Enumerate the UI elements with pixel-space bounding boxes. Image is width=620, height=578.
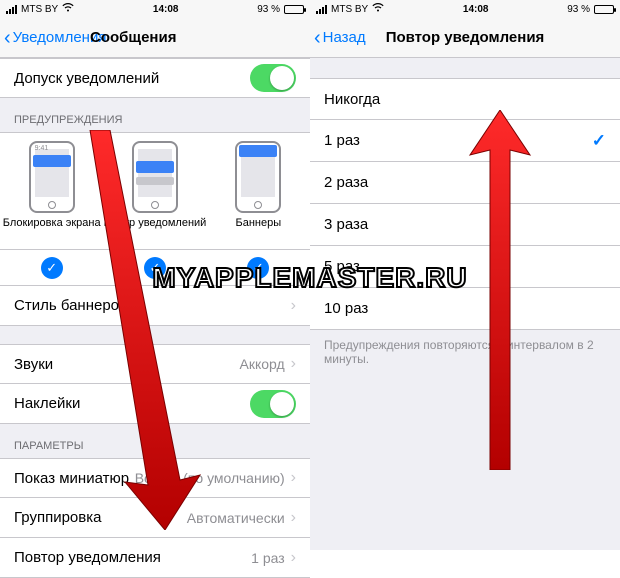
screenshot-right: MTS BY 14:08 93 % ‹ Назад Повтор уведомл… xyxy=(310,0,620,550)
back-label: Назад xyxy=(323,29,366,46)
sounds-row[interactable]: Звуки Аккорд› xyxy=(0,344,310,384)
option-2[interactable]: 2 раза xyxy=(310,162,620,204)
battery-icon xyxy=(284,5,304,14)
back-button[interactable]: ‹ Назад xyxy=(310,28,366,48)
signal-icon xyxy=(316,5,327,14)
options-header: ПАРАМЕТРЫ xyxy=(0,424,310,458)
checkmark-icon: ✓ xyxy=(592,131,606,151)
option-10[interactable]: 10 раз xyxy=(310,288,620,330)
signal-icon xyxy=(6,5,17,14)
grouping-label: Группировка xyxy=(14,509,101,526)
screenshot-left: MTS BY 14:08 93 % ‹ Уведомления Сообщени… xyxy=(0,0,310,550)
wifi-icon xyxy=(62,3,74,15)
repeat-footer: Предупреждения повторяются с интервалом … xyxy=(310,330,620,372)
check-lock[interactable]: ✓ xyxy=(41,257,63,279)
chevron-right-icon: › xyxy=(291,509,296,527)
stickers-toggle[interactable] xyxy=(250,390,296,418)
repeat-row[interactable]: Повтор уведомления 1 раз› xyxy=(0,538,310,578)
alerts-header: ПРЕДУПРЕЖДЕНИЯ xyxy=(0,98,310,132)
banner-style-row[interactable]: Стиль баннеров › xyxy=(0,286,310,326)
carrier-label: MTS BY xyxy=(21,4,58,15)
lock-screen-icon: 9:41 xyxy=(29,141,75,213)
battery-pct: 93 % xyxy=(567,4,590,15)
option-3[interactable]: 3 раза xyxy=(310,204,620,246)
clock: 14:08 xyxy=(153,4,179,15)
status-bar: MTS BY 14:08 93 % xyxy=(310,0,620,18)
check-banner[interactable]: ✓ xyxy=(247,257,269,279)
sounds-label: Звуки xyxy=(14,356,53,373)
chevron-left-icon: ‹ xyxy=(4,28,11,48)
alert-style-checks: ✓ ✓ ✓ xyxy=(0,250,310,286)
battery-icon xyxy=(594,5,614,14)
chevron-right-icon: › xyxy=(291,297,296,315)
stickers-label: Наклейки xyxy=(14,395,80,412)
clock: 14:08 xyxy=(463,4,489,15)
carrier-label: MTS BY xyxy=(331,4,368,15)
grouping-row[interactable]: Группировка Автоматически› xyxy=(0,498,310,538)
alert-style-banner[interactable]: Баннеры xyxy=(207,133,310,249)
allow-notifications-row[interactable]: Допуск уведомлений xyxy=(0,58,310,98)
back-button[interactable]: ‹ Уведомления xyxy=(0,28,106,48)
alert-style-lock[interactable]: 9:41 Блокировка экрана xyxy=(0,133,103,249)
chevron-right-icon: › xyxy=(291,549,296,567)
battery-pct: 93 % xyxy=(257,4,280,15)
option-1[interactable]: 1 раз ✓ xyxy=(310,120,620,162)
alert-style-center[interactable]: Центр уведомлений xyxy=(103,133,206,249)
stickers-row[interactable]: Наклейки xyxy=(0,384,310,424)
banner-icon xyxy=(235,141,281,213)
nav-bar: ‹ Уведомления Сообщения xyxy=(0,18,310,58)
option-never[interactable]: Никогда xyxy=(310,78,620,120)
wifi-icon xyxy=(372,3,384,15)
allow-toggle[interactable] xyxy=(250,64,296,92)
chevron-left-icon: ‹ xyxy=(314,28,321,48)
option-5[interactable]: 5 раз xyxy=(310,246,620,288)
alert-styles-row: 9:41 Блокировка экрана Центр уведомлений… xyxy=(0,132,310,250)
allow-label: Допуск уведомлений xyxy=(14,70,159,87)
chevron-right-icon: › xyxy=(291,355,296,373)
chevron-right-icon: › xyxy=(291,469,296,487)
nav-bar: ‹ Назад Повтор уведомления xyxy=(310,18,620,58)
repeat-label: Повтор уведомления xyxy=(14,549,161,566)
back-label: Уведомления xyxy=(13,29,107,46)
status-bar: MTS BY 14:08 93 % xyxy=(0,0,310,18)
notification-center-icon xyxy=(132,141,178,213)
previews-label: Показ миниатюр xyxy=(14,470,129,487)
previews-row[interactable]: Показ миниатюр Всегда (по умолчанию)› xyxy=(0,458,310,498)
banner-style-label: Стиль баннеров xyxy=(14,297,127,314)
check-center[interactable]: ✓ xyxy=(144,257,166,279)
